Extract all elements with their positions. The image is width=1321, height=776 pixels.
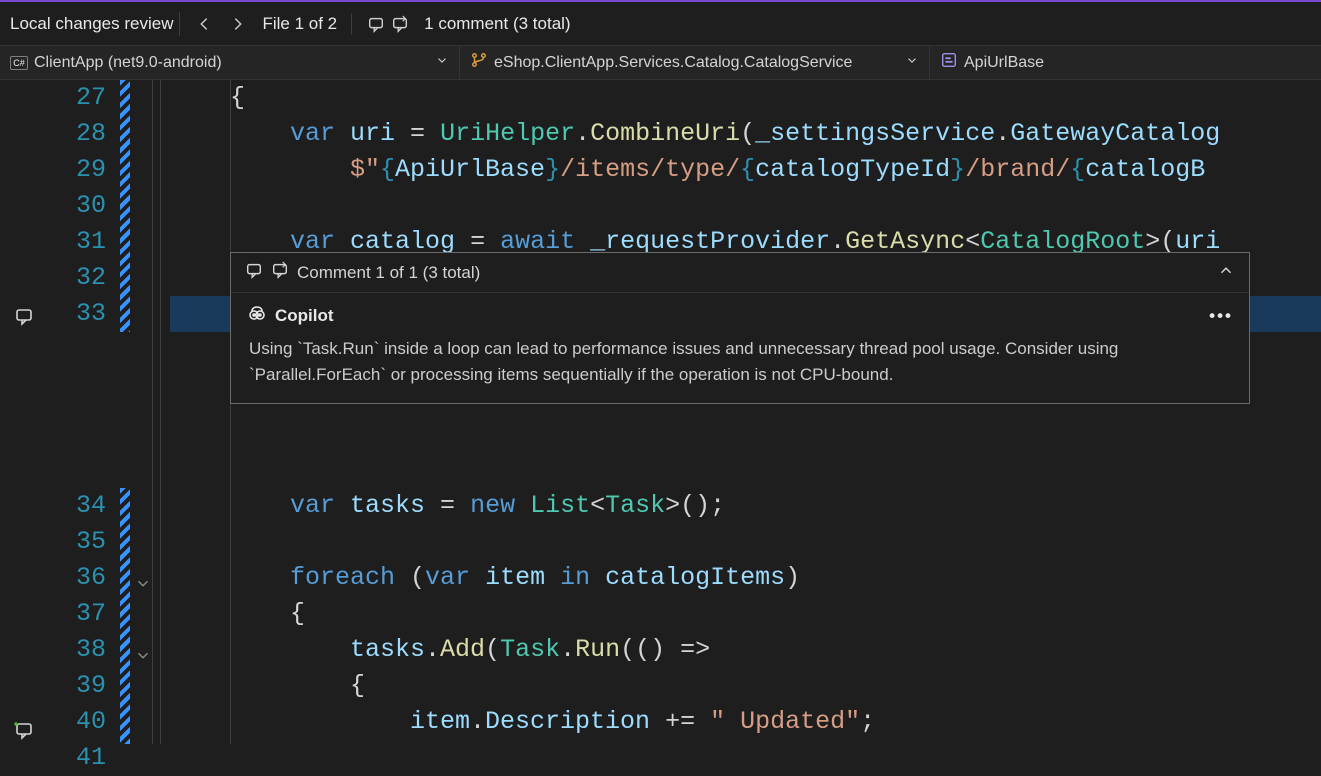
fold-chevron-icon[interactable] <box>134 640 152 658</box>
file-counter: File 1 of 2 <box>262 14 337 34</box>
editor[interactable]: 27 28 29 30 31 32 33 34 35 36 37 38 39 4… <box>0 80 1321 744</box>
copilot-icon <box>247 303 267 328</box>
line-number: 41 <box>48 740 106 776</box>
code-line[interactable]: var uri = UriHelper.CombineUri(_settings… <box>170 116 1321 152</box>
code-line[interactable]: foreach (var item in catalogItems) <box>170 560 1321 596</box>
line-number: 40 <box>48 704 106 740</box>
changed-lines-marker <box>120 488 130 744</box>
comment-marker-icon[interactable] <box>14 302 34 322</box>
comment-summary: 1 comment (3 total) <box>424 14 570 34</box>
next-comment-icon[interactable] <box>390 14 410 34</box>
breadcrumb-namespace-label: eShop.ClientApp.Services.Catalog.Catalog… <box>494 54 852 72</box>
code-line[interactable]: item.Description += " Updated"; <box>170 704 1321 740</box>
code-line[interactable]: { <box>170 80 1321 116</box>
next-comment-icon[interactable] <box>271 261 289 284</box>
code-line[interactable]: { <box>170 596 1321 632</box>
code-line[interactable]: var tasks = new List<Task>(); <box>170 488 1321 524</box>
fold-chevron-icon[interactable] <box>134 568 152 586</box>
line-number: 38 <box>48 632 106 668</box>
comment-popup-header: Comment 1 of 1 (3 total) <box>231 253 1249 293</box>
add-comment-icon[interactable] <box>14 716 34 736</box>
breadcrumb-member[interactable]: ApiUrlBase <box>930 46 1054 79</box>
prev-file-button[interactable] <box>194 14 214 34</box>
review-title: Local changes review <box>10 12 180 36</box>
code-line[interactable]: tasks.Add(Task.Run(() => <box>170 632 1321 668</box>
line-number: 33 <box>48 296 106 332</box>
csharp-icon: C# <box>10 56 28 70</box>
line-number: 31 <box>48 224 106 260</box>
line-number: 37 <box>48 596 106 632</box>
comment-author-row: Copilot ••• <box>231 293 1249 330</box>
chevron-down-icon <box>435 53 449 72</box>
code-line[interactable]: { <box>170 668 1321 704</box>
line-number: 30 <box>48 188 106 224</box>
line-number: 27 <box>48 80 106 116</box>
comment-menu-button[interactable]: ••• <box>1209 306 1233 326</box>
code-area[interactable]: { var uri = UriHelper.CombineUri(_settin… <box>170 80 1321 744</box>
code-line[interactable] <box>170 524 1321 560</box>
prev-comment-icon[interactable] <box>245 261 263 284</box>
fold-gutter <box>130 80 160 744</box>
breadcrumb-project-label: ClientApp (net9.0-android) <box>34 54 222 72</box>
code-line[interactable]: $"{ApiUrlBase}/items/type/{catalogTypeId… <box>170 152 1321 188</box>
line-number: 32 <box>48 260 106 296</box>
changed-lines-marker <box>120 80 130 332</box>
review-toolbar: Local changes review File 1 of 2 1 comme… <box>0 0 1321 46</box>
line-number: 36 <box>48 560 106 596</box>
class-icon <box>470 51 488 74</box>
code-line[interactable] <box>170 188 1321 224</box>
comment-popup: Comment 1 of 1 (3 total) Copilot ••• Usi… <box>230 252 1250 404</box>
collapse-button[interactable] <box>1217 261 1235 284</box>
member-icon <box>940 51 958 74</box>
line-number-gutter: 27 28 29 30 31 32 33 34 35 36 37 38 39 4… <box>48 80 120 744</box>
code-line[interactable]: })); <box>170 740 1321 744</box>
breadcrumb-bar: C# ClientApp (net9.0-android) eShop.Clie… <box>0 46 1321 80</box>
breadcrumb-project[interactable]: C# ClientApp (net9.0-android) <box>0 46 460 79</box>
prev-comment-icon[interactable] <box>366 14 386 34</box>
breadcrumb-member-label: ApiUrlBase <box>964 54 1044 72</box>
line-number: 34 <box>48 488 106 524</box>
next-file-button[interactable] <box>228 14 248 34</box>
comment-author: Copilot <box>275 306 334 326</box>
line-number: 35 <box>48 524 106 560</box>
comment-body: Using `Task.Run` inside a loop can lead … <box>231 330 1249 403</box>
change-indicator-gutter <box>120 80 130 744</box>
chevron-down-icon <box>905 53 919 72</box>
comment-counter: Comment 1 of 1 (3 total) <box>297 263 480 283</box>
separator <box>351 13 352 35</box>
breadcrumb-namespace[interactable]: eShop.ClientApp.Services.Catalog.Catalog… <box>460 46 930 79</box>
line-number: 29 <box>48 152 106 188</box>
indent-guide-col <box>160 80 170 744</box>
line-number: 39 <box>48 668 106 704</box>
line-number: 28 <box>48 116 106 152</box>
glyph-margin <box>0 80 48 744</box>
